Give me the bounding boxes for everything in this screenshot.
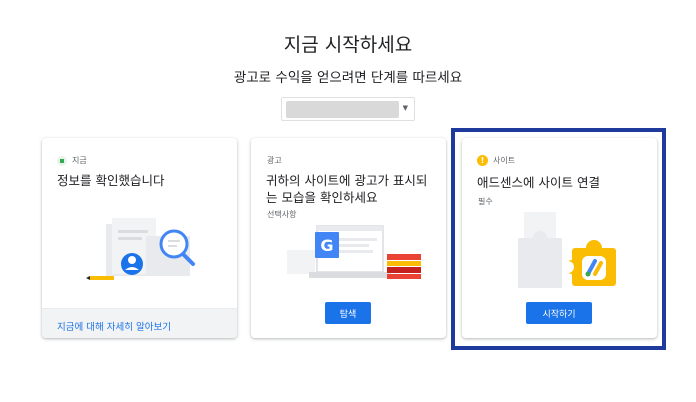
highlight-frame bbox=[451, 128, 666, 350]
optional-label: 선택사항 bbox=[267, 210, 297, 219]
card-footer: 지금에 대해 자세히 알아보기 bbox=[42, 308, 237, 338]
site-selector-value bbox=[286, 101, 399, 118]
page-title: 지금 시작하세요 bbox=[283, 34, 413, 56]
card-title: 정보를 확인했습니다 bbox=[57, 173, 165, 188]
status-check-icon bbox=[57, 155, 67, 166]
explore-button[interactable]: 탐색 bbox=[325, 302, 371, 324]
card-tag-label: 지금 bbox=[72, 156, 87, 165]
card-title: 귀하의 사이트에 광고가 표시되는 모습을 확인하세요 bbox=[266, 173, 428, 205]
learn-more-link[interactable]: 지금에 대해 자세히 알아보기 bbox=[57, 319, 171, 333]
site-selector-dropdown[interactable]: ▼ bbox=[281, 97, 415, 121]
chevron-down-icon: ▼ bbox=[402, 104, 408, 112]
card-tag: 광고 bbox=[267, 155, 282, 166]
card-tag: 지금 bbox=[57, 155, 87, 166]
svg-text:G: G bbox=[320, 236, 333, 255]
page-subtitle: 광고로 수익을 얻으려면 단계를 따르세요 bbox=[233, 70, 463, 86]
ad-preview-illustration: G bbox=[287, 225, 421, 279]
card-verified: 지금 정보를 확인했습니다 지금에 대해 자세히 알아보기 bbox=[42, 138, 237, 338]
card-ad-preview: 광고 귀하의 사이트에 광고가 표시되는 모습을 확인하세요 선택사항 G 탐색 bbox=[251, 138, 446, 338]
card-tag-label: 광고 bbox=[267, 156, 282, 165]
document-search-illustration bbox=[86, 218, 195, 280]
